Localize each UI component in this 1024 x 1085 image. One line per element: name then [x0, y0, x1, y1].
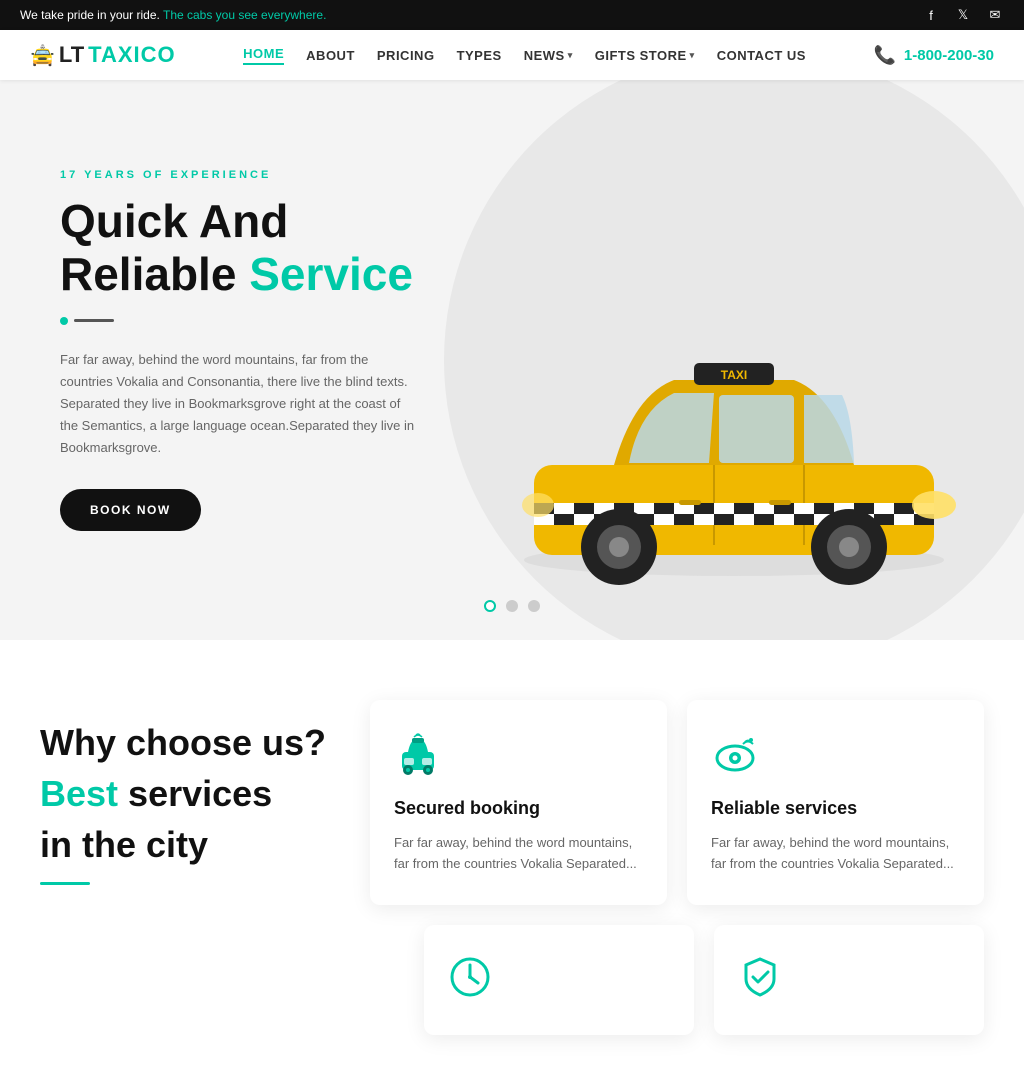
hero-experience-label: 17 YEARS OF EXPERIENCE [60, 169, 420, 181]
header: 🚖 LT TAXICO HOME ABOUT PRICING TYPES NEW… [0, 30, 1024, 80]
feature-card-secured-booking: Secured booking Far far away, behind the… [370, 700, 667, 905]
logo[interactable]: 🚖 LT TAXICO [30, 42, 176, 68]
logo-brand: TAXICO [88, 42, 175, 68]
features-heading: Why choose us? [40, 720, 340, 767]
nav-contact[interactable]: CONTACT US [717, 48, 806, 63]
nav-news[interactable]: NEWS ▾ [524, 48, 573, 63]
features-cards: Secured booking Far far away, behind the… [370, 700, 984, 905]
bottom-cards-row [0, 925, 1024, 1085]
feature-card-safe [714, 925, 984, 1035]
nav-gifts-store[interactable]: GIFTS STORE ▾ [595, 48, 695, 63]
phone-number: 📞 1-800-200-30 [873, 45, 994, 66]
slider-dot-1[interactable] [484, 600, 496, 612]
taxi-icon [394, 730, 643, 784]
hero-content: 17 YEARS OF EXPERIENCE Quick And Reliabl… [60, 169, 420, 531]
gifts-dropdown-icon: ▾ [690, 50, 695, 61]
features-section: Why choose us? Best services in the city [0, 640, 1024, 945]
features-subheading: Best services [40, 771, 340, 818]
top-bar: We take pride in your ride. The cabs you… [0, 0, 1024, 30]
feature-title-1: Reliable services [711, 798, 960, 819]
news-dropdown-icon: ▾ [568, 50, 573, 61]
phone-icon: 📞 [873, 45, 895, 66]
hero-car-image: TAXI [474, 275, 994, 600]
feature-card-ontime [424, 925, 694, 1035]
top-bar-highlight: The cabs you see everywhere. [163, 8, 326, 22]
email-icon[interactable]: ✉ [986, 6, 1004, 24]
top-bar-message: We take pride in your ride. The cabs you… [20, 8, 326, 22]
hero-title: Quick And Reliable Service [60, 195, 420, 301]
clock-icon [448, 955, 670, 1005]
hero-divider-dot [60, 317, 68, 325]
slider-dots [484, 600, 540, 612]
social-icons: f 𝕏 ✉ [922, 6, 1004, 24]
features-left: Why choose us? Best services in the city [40, 700, 340, 885]
slider-dot-3[interactable] [528, 600, 540, 612]
hero-divider-line [74, 319, 114, 322]
eye-icon [711, 730, 960, 784]
nav-types[interactable]: TYPES [457, 48, 502, 63]
hero-title-line2: Reliable [60, 248, 236, 300]
features-underline [40, 882, 90, 885]
nav-about[interactable]: ABOUT [306, 48, 355, 63]
feature-card-reliable: Reliable services Far far away, behind t… [687, 700, 984, 905]
nav-pricing[interactable]: PRICING [377, 48, 435, 63]
svg-text:TAXI: TAXI [721, 368, 747, 382]
hero-title-highlight: Service [249, 248, 413, 300]
hero-divider [60, 317, 420, 325]
nav-home[interactable]: HOME [243, 46, 284, 65]
facebook-icon[interactable]: f [922, 6, 940, 24]
features-title-line2: in the city [40, 822, 340, 869]
features-title-line: services [128, 773, 272, 814]
hero-title-line1: Quick And [60, 195, 288, 247]
logo-icon: 🚖 [30, 43, 55, 68]
feature-desc-1: Far far away, behind the word mountains,… [711, 833, 960, 875]
feature-title-0: Secured booking [394, 798, 643, 819]
book-now-button[interactable]: BOOK NOW [60, 489, 201, 531]
shield-icon [738, 955, 960, 1005]
phone-text: 1-800-200-30 [904, 47, 994, 64]
hero-section: 17 YEARS OF EXPERIENCE Quick And Reliabl… [0, 80, 1024, 640]
features-highlight: Best [40, 773, 118, 814]
logo-lt: LT [59, 42, 84, 68]
hero-description: Far far away, behind the word mountains,… [60, 349, 420, 459]
main-nav: HOME ABOUT PRICING TYPES NEWS ▾ GIFTS ST… [243, 46, 806, 65]
twitter-icon[interactable]: 𝕏 [954, 6, 972, 24]
slider-dot-2[interactable] [506, 600, 518, 612]
feature-desc-0: Far far away, behind the word mountains,… [394, 833, 643, 875]
top-bar-prefix: We take pride in your ride. [20, 8, 160, 22]
